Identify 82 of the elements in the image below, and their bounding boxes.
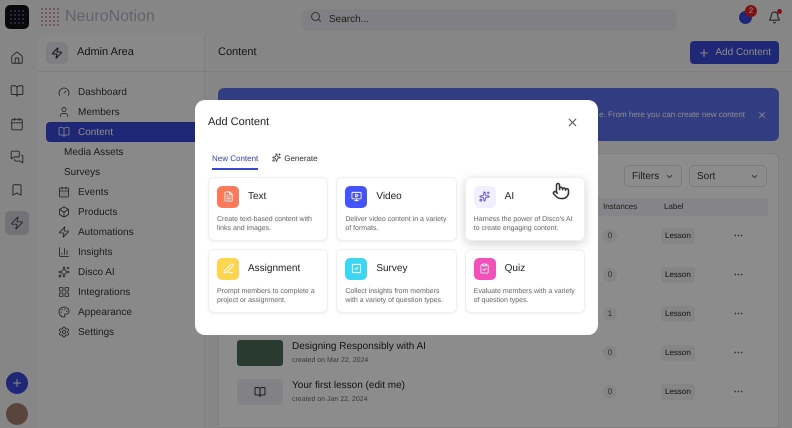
search-icon (310, 11, 322, 23)
close-icon[interactable] (566, 116, 579, 129)
book-icon (10, 84, 24, 98)
book-icon (58, 126, 70, 138)
app-logo[interactable] (5, 5, 29, 29)
tab[interactable]: Generate (272, 152, 318, 170)
page-title: Content (218, 45, 257, 60)
column-header: Instances (603, 201, 638, 213)
pen-icon (222, 263, 234, 274)
bolt-icon (10, 216, 24, 230)
card-title: Text (248, 190, 266, 204)
close-icon[interactable] (757, 110, 767, 120)
plus-icon (11, 377, 23, 389)
cube-icon (58, 206, 70, 218)
nav-rail-item[interactable] (5, 211, 29, 235)
calendar-icon (58, 186, 70, 198)
sidebar-item[interactable]: Insights (46, 242, 204, 262)
dots-logo-icon (9, 9, 25, 25)
checkbox-icon (350, 263, 362, 274)
table-cell: 1 (603, 306, 617, 320)
bolt-icon (58, 226, 70, 238)
sidebar-item[interactable]: Events (46, 182, 204, 202)
chart-icon (58, 246, 70, 258)
admin-icon (46, 42, 68, 64)
sparkles-icon (58, 266, 70, 278)
row-title[interactable]: Designing Responsibly with AI (292, 338, 603, 354)
clipboard-check-icon (479, 263, 490, 274)
label-tag: Lesson (661, 384, 695, 400)
card-title: AI (504, 190, 514, 204)
grid-icon (58, 286, 70, 298)
filter-dropdown[interactable]: Sort (689, 165, 767, 187)
dialog-title: Add Content (208, 115, 270, 130)
sidebar-item[interactable]: Dashboard (46, 82, 204, 102)
add-button[interactable] (6, 372, 28, 394)
column-header: Label (664, 201, 684, 213)
book-icon (254, 386, 266, 398)
dots-logo-icon (40, 7, 60, 27)
bell-icon (768, 10, 780, 24)
sidebar-item[interactable]: Disco AI (46, 262, 204, 282)
notification-button[interactable] (766, 9, 782, 25)
card-title: Survey (376, 262, 408, 276)
label-tag: Lesson (661, 228, 695, 244)
table-cell: 0 (603, 268, 617, 282)
photo-placeholder (237, 340, 283, 366)
palette-icon (58, 306, 70, 318)
gauge-icon (58, 86, 70, 98)
bookmark-icon (10, 183, 24, 197)
avatar[interactable] (6, 403, 28, 425)
hand-cursor-icon (552, 182, 570, 200)
sidebar-item[interactable]: Members (46, 102, 204, 122)
sidebar-item[interactable]: Automations (46, 222, 204, 242)
label-tag: Lesson (661, 266, 695, 282)
sidebar-item[interactable]: Settings (46, 322, 204, 342)
user-icon (58, 106, 70, 118)
label-tag: Lesson (661, 344, 695, 360)
calendar-icon (10, 117, 24, 131)
sidebar-item[interactable]: Integrations (46, 282, 204, 302)
add-content-button[interactable]: Add Content (690, 41, 779, 64)
filter-dropdown[interactable]: Filters (624, 165, 682, 187)
table-cell: 0 (603, 228, 617, 242)
row-title[interactable]: Your first lesson (edit me) (292, 378, 603, 393)
document-icon (222, 191, 234, 202)
card-title: Quiz (504, 262, 526, 276)
notification-count: 2 (745, 4, 757, 16)
sparkles-icon (479, 191, 490, 202)
home-icon (10, 51, 24, 65)
table-cell: 0 (603, 384, 617, 398)
plus-icon (698, 46, 710, 58)
label-tag: Lesson (661, 306, 695, 322)
tab[interactable]: New Content (212, 152, 258, 170)
table-cell: 0 (603, 346, 617, 360)
admin-title: Admin Area (77, 45, 134, 60)
video-icon (350, 191, 362, 202)
search-field[interactable]: Search... (302, 8, 677, 30)
settings-icon (58, 326, 70, 338)
card-title: Assignment (248, 262, 300, 276)
sidebar-item[interactable]: Appearance (46, 302, 204, 322)
chat-icon (10, 150, 24, 164)
banner-text: e. From here you can create new content (599, 108, 745, 120)
card-title: Video (376, 190, 402, 204)
sparkles-icon (272, 152, 282, 162)
sidebar-item[interactable]: Products (46, 202, 204, 222)
